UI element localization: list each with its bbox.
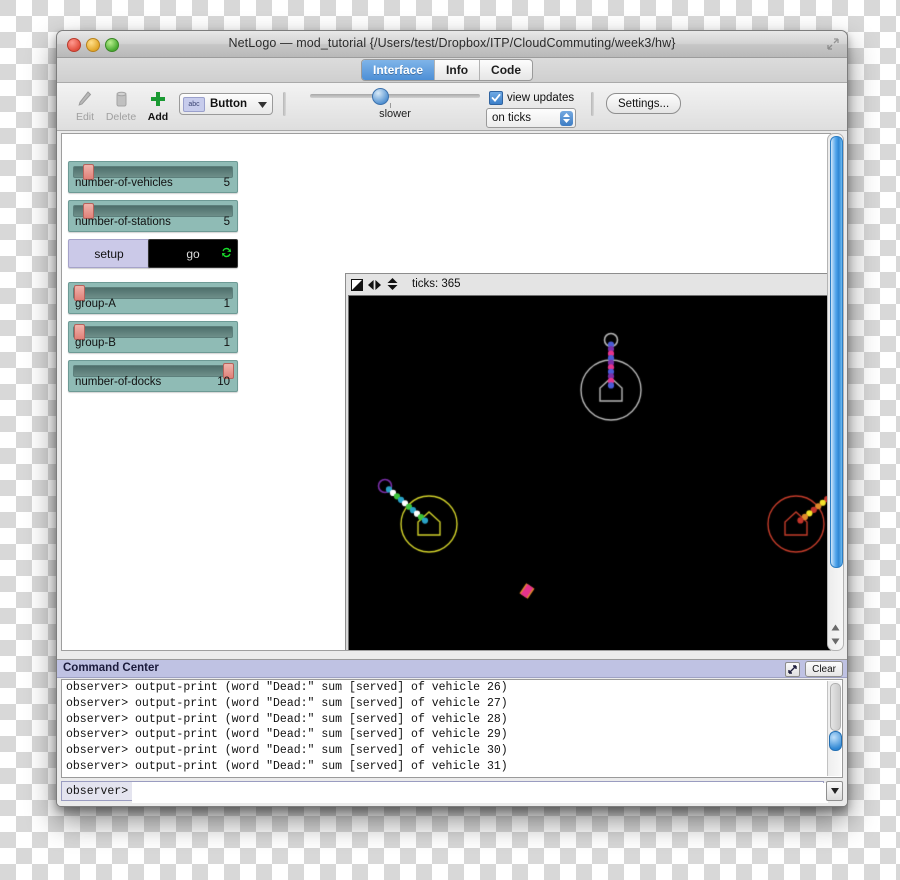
view-updates-row: view updates: [489, 91, 574, 105]
slider-label: number-of-vehicles: [75, 177, 173, 189]
output-line: observer> output-print (word "Dead:" sum…: [66, 759, 508, 773]
tab-code[interactable]: Code: [480, 60, 532, 80]
window-titlebar: NetLogo — mod_tutorial {/Users/test/Drop…: [57, 31, 847, 58]
slider-value: 1: [223, 298, 230, 310]
update-mode-select[interactable]: on ticks: [486, 108, 576, 128]
slider-label: group-B: [75, 337, 116, 349]
resize-icon[interactable]: [827, 38, 839, 50]
slider-group-B[interactable]: group-B 1: [68, 321, 238, 353]
delete-button[interactable]: Delete: [101, 87, 141, 123]
view-updates-checkbox[interactable]: [489, 91, 503, 105]
world-canvas[interactable]: [349, 296, 830, 650]
tabs: Interface Info Code: [361, 59, 534, 81]
speed-slider-knob[interactable]: [372, 88, 389, 105]
forever-icon: [221, 247, 232, 261]
add-button[interactable]: Add: [138, 87, 178, 123]
scroll-down-arrow[interactable]: [828, 634, 843, 648]
slider-label: group-A: [75, 298, 116, 310]
speed-slider[interactable]: slower: [310, 88, 480, 120]
slider-number-of-docks[interactable]: number-of-docks 10: [68, 360, 238, 392]
command-prompt-label: observer>: [61, 781, 133, 801]
command-input[interactable]: [132, 782, 828, 803]
view-panel: ticks: 365 3D: [345, 273, 830, 650]
expand-icon[interactable]: [785, 662, 800, 677]
add-label: Add: [147, 111, 169, 123]
slider-label: number-of-stations: [75, 216, 171, 228]
output-line: observer> output-print (word "Dead:" sum…: [66, 728, 508, 742]
netlogo-window: NetLogo — mod_tutorial {/Users/test/Drop…: [56, 30, 848, 807]
pan-horizontal-icon[interactable]: [367, 278, 382, 296]
select-mode-icon[interactable]: [351, 278, 363, 296]
command-center-header: Command Center Clear: [57, 660, 847, 678]
interface-scrollbar[interactable]: [827, 133, 844, 651]
delete-label: Delete: [105, 111, 137, 123]
slider-group-A[interactable]: group-A 1: [68, 282, 238, 314]
widget-type-icon: abc: [183, 96, 205, 112]
toolbar: Edit Delete Add abc Button slower view u…: [57, 83, 847, 131]
edit-button[interactable]: Edit: [65, 87, 105, 123]
tab-strip: Interface Info Code: [57, 58, 847, 83]
world-canvas-wrapper[interactable]: [348, 295, 830, 650]
interface-pane: number-of-vehicles 5 number-of-stations 5 gr…: [61, 133, 831, 651]
go-label: go: [186, 246, 200, 261]
trash-icon: [101, 87, 141, 111]
scroll-up-arrow[interactable]: [828, 620, 843, 634]
widget-type-select[interactable]: abc Button: [179, 93, 273, 115]
slider-value: 5: [223, 177, 230, 189]
tab-interface[interactable]: Interface: [362, 60, 436, 80]
toolbar-divider-2: [591, 92, 594, 116]
window-title: NetLogo — mod_tutorial {/Users/test/Drop…: [228, 36, 676, 50]
command-history-dropdown[interactable]: [826, 781, 843, 801]
command-center: Command Center Clear observer> output-pr…: [57, 659, 847, 806]
output-line: observer> output-print (word "Dead:" sum…: [66, 696, 508, 710]
slider-value: 5: [223, 216, 230, 228]
pencil-icon: [65, 87, 105, 111]
stepper-icon[interactable]: [560, 110, 573, 126]
slider-label: number-of-docks: [75, 376, 162, 388]
command-center-title: Command Center: [63, 662, 159, 674]
speed-slider-label: slower: [379, 108, 411, 120]
view-mode-icons: [351, 277, 399, 296]
output-lines: observer> output-print (word "Dead:" sum…: [62, 680, 842, 775]
slider-value: 10: [217, 376, 230, 388]
go-button[interactable]: go: [148, 239, 238, 268]
slider-value: 1: [223, 337, 230, 349]
output-scrollbar[interactable]: [827, 681, 842, 776]
edit-label: Edit: [75, 111, 95, 123]
speed-slider-track: [310, 94, 480, 98]
toolbar-divider-1: [283, 92, 286, 116]
view-header: ticks: 365 3D: [346, 274, 830, 296]
interface-body: number-of-vehicles 5 number-of-stations 5 gr…: [57, 131, 847, 659]
chevron-down-icon: [258, 95, 267, 113]
view-updates-label: view updates: [507, 92, 575, 104]
command-input-wrap[interactable]: [132, 781, 828, 803]
ticks-label: ticks: 365: [412, 278, 461, 290]
update-mode-label: on ticks: [492, 112, 531, 124]
widget-type-label: Button: [210, 98, 248, 110]
pan-vertical-icon[interactable]: [386, 277, 399, 296]
plus-icon: [138, 87, 178, 111]
tab-info[interactable]: Info: [435, 60, 481, 80]
output-line: observer> output-print (word "Dead:" sum…: [66, 681, 508, 694]
output-line: observer> output-print (word "Dead:" sum…: [66, 712, 508, 726]
output-scrollbar-thumb[interactable]: [829, 731, 842, 751]
slider-number-of-vehicles[interactable]: number-of-vehicles 5: [68, 161, 238, 193]
interface-scrollbar-thumb[interactable]: [830, 136, 843, 568]
output-line: observer> output-print (word "Dead:" sum…: [66, 744, 508, 758]
settings-button[interactable]: Settings...: [606, 93, 682, 114]
setup-button[interactable]: setup: [68, 239, 150, 268]
clear-button[interactable]: Clear: [805, 661, 843, 677]
command-input-row: observer>: [61, 781, 843, 803]
output-scrollbar-track: [830, 683, 841, 731]
slider-number-of-stations[interactable]: number-of-stations 5: [68, 200, 238, 232]
command-center-output: observer> output-print (word "Dead:" sum…: [61, 679, 843, 778]
